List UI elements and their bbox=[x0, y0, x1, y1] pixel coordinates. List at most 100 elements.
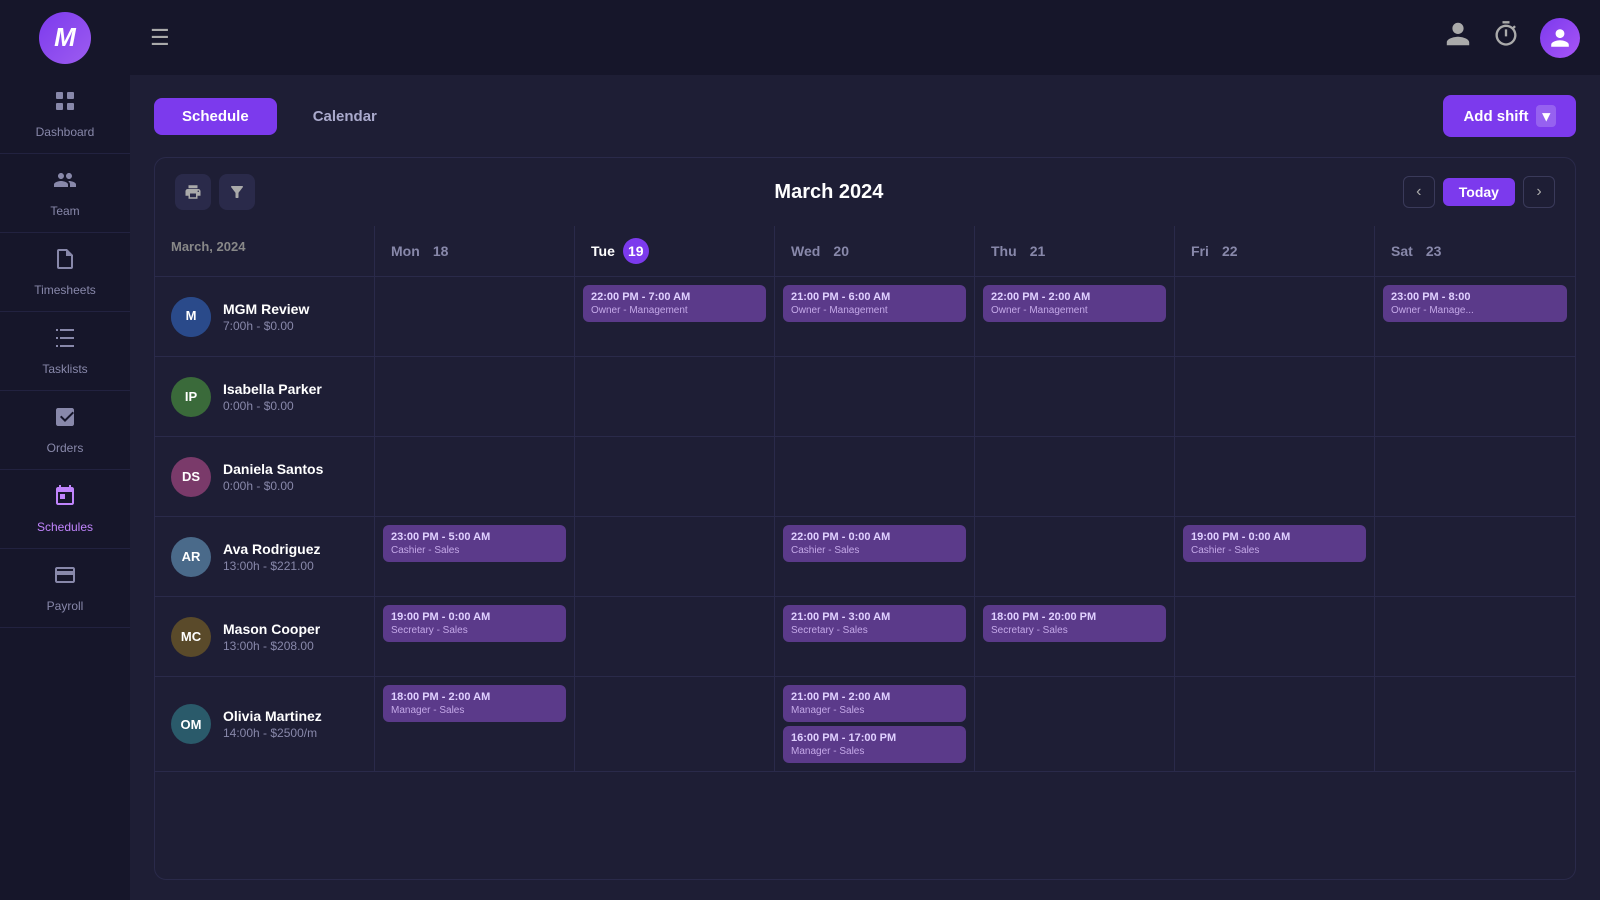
shift-time: 22:00 PM - 2:00 AM bbox=[991, 291, 1158, 303]
tab-schedule[interactable]: Schedule bbox=[154, 98, 277, 135]
emp-name-mc: Mason Cooper bbox=[223, 621, 320, 637]
day-name-wed: Wed bbox=[791, 243, 820, 259]
employee-details-om: Olivia Martinez 14:00h - $2500/m bbox=[223, 708, 322, 740]
table-row: OM Olivia Martinez 14:00h - $2500/m 18:0… bbox=[155, 677, 1575, 772]
shift-mc-thu[interactable]: 18:00 PM - 20:00 PM Secretary - Sales bbox=[983, 605, 1166, 642]
day-num-thu: 21 bbox=[1025, 238, 1051, 264]
day-header-mon: Mon 18 bbox=[375, 226, 575, 276]
day-name-thu: Thu bbox=[991, 243, 1017, 259]
day-cell-mc-wed[interactable]: 21:00 PM - 3:00 AM Secretary - Sales bbox=[775, 597, 975, 676]
employee-details-mgm: MGM Review 7:00h - $0.00 bbox=[223, 301, 309, 333]
shift-om-wed1[interactable]: 21:00 PM - 2:00 AM Manager - Sales bbox=[783, 685, 966, 722]
today-button[interactable]: Today bbox=[1443, 178, 1515, 206]
day-cell-mc-thu[interactable]: 18:00 PM - 20:00 PM Secretary - Sales bbox=[975, 597, 1175, 676]
day-cell-ip-fri bbox=[1175, 357, 1375, 436]
user-avatar[interactable] bbox=[1540, 18, 1580, 58]
shift-mgm-wed[interactable]: 21:00 PM - 6:00 AM Owner - Management bbox=[783, 285, 966, 322]
day-cell-ds-tue bbox=[575, 437, 775, 516]
day-cell-mgm-sat[interactable]: 23:00 PM - 8:00 Owner - Manage... bbox=[1375, 277, 1575, 356]
sidebar-item-schedules[interactable]: Schedules bbox=[0, 470, 130, 549]
hamburger-menu[interactable]: ☰ bbox=[150, 25, 170, 51]
schedules-icon bbox=[53, 484, 77, 514]
employee-info-om: OM Olivia Martinez 14:00h - $2500/m bbox=[155, 677, 375, 771]
shift-mgm-thu[interactable]: 22:00 PM - 2:00 AM Owner - Management bbox=[983, 285, 1166, 322]
sidebar-item-team[interactable]: Team bbox=[0, 154, 130, 233]
shift-mgm-tue[interactable]: 22:00 PM - 7:00 AM Owner - Management bbox=[583, 285, 766, 322]
logo[interactable]: M bbox=[0, 0, 130, 75]
shift-time: 19:00 PM - 0:00 AM bbox=[391, 611, 558, 623]
shift-role: Secretary - Sales bbox=[791, 625, 958, 636]
day-cell-mc-tue bbox=[575, 597, 775, 676]
sidebar-item-orders[interactable]: Orders bbox=[0, 391, 130, 470]
day-cell-ar-mon[interactable]: 23:00 PM - 5:00 AM Cashier - Sales bbox=[375, 517, 575, 596]
shift-om-wed2[interactable]: 16:00 PM - 17:00 PM Manager - Sales bbox=[783, 726, 966, 763]
sidebar-item-timesheets[interactable]: Timesheets bbox=[0, 233, 130, 312]
avatar-ds: DS bbox=[171, 457, 211, 497]
day-cell-ds-thu bbox=[975, 437, 1175, 516]
emp-name-ip: Isabella Parker bbox=[223, 381, 322, 397]
add-shift-chevron: ▾ bbox=[1536, 105, 1556, 127]
tabs: Schedule Calendar bbox=[154, 98, 405, 135]
avatar-ip: IP bbox=[171, 377, 211, 417]
sidebar-item-schedules-label: Schedules bbox=[37, 520, 93, 534]
table-row: AR Ava Rodriguez 13:00h - $221.00 23:00 … bbox=[155, 517, 1575, 597]
user-icon[interactable] bbox=[1444, 20, 1472, 55]
sidebar-item-dashboard-label: Dashboard bbox=[36, 125, 95, 139]
day-cell-mgm-tue[interactable]: 22:00 PM - 7:00 AM Owner - Management bbox=[575, 277, 775, 356]
shift-mc-mon[interactable]: 19:00 PM - 0:00 AM Secretary - Sales bbox=[383, 605, 566, 642]
shift-ar-fri[interactable]: 19:00 PM - 0:00 AM Cashier - Sales bbox=[1183, 525, 1366, 562]
day-num-mon: 18 bbox=[428, 238, 454, 264]
day-cell-om-wed[interactable]: 21:00 PM - 2:00 AM Manager - Sales 16:00… bbox=[775, 677, 975, 771]
day-cell-om-tue bbox=[575, 677, 775, 771]
shift-time: 21:00 PM - 3:00 AM bbox=[791, 611, 958, 623]
shift-om-mon[interactable]: 18:00 PM - 2:00 AM Manager - Sales bbox=[383, 685, 566, 722]
emp-name-ar: Ava Rodriguez bbox=[223, 541, 321, 557]
shift-mgm-sat[interactable]: 23:00 PM - 8:00 Owner - Manage... bbox=[1383, 285, 1567, 322]
day-cell-ds-wed bbox=[775, 437, 975, 516]
shift-ar-mon[interactable]: 23:00 PM - 5:00 AM Cashier - Sales bbox=[383, 525, 566, 562]
shift-mc-wed[interactable]: 21:00 PM - 3:00 AM Secretary - Sales bbox=[783, 605, 966, 642]
shift-time: 18:00 PM - 20:00 PM bbox=[991, 611, 1158, 623]
day-cell-ar-tue bbox=[575, 517, 775, 596]
filter-button[interactable] bbox=[219, 174, 255, 210]
timer-icon[interactable] bbox=[1492, 20, 1520, 55]
day-cell-ar-wed[interactable]: 22:00 PM - 0:00 AM Cashier - Sales bbox=[775, 517, 975, 596]
shift-time: 23:00 PM - 5:00 AM bbox=[391, 531, 558, 543]
shift-time: 18:00 PM - 2:00 AM bbox=[391, 691, 558, 703]
day-cell-mgm-thu[interactable]: 22:00 PM - 2:00 AM Owner - Management bbox=[975, 277, 1175, 356]
employee-info-mc: MC Mason Cooper 13:00h - $208.00 bbox=[155, 597, 375, 676]
add-shift-button[interactable]: Add shift ▾ bbox=[1443, 95, 1576, 137]
sidebar-item-dashboard[interactable]: Dashboard bbox=[0, 75, 130, 154]
day-cell-mc-mon[interactable]: 19:00 PM - 0:00 AM Secretary - Sales bbox=[375, 597, 575, 676]
employee-rows: M MGM Review 7:00h - $0.00 22:00 PM - 7:… bbox=[155, 277, 1575, 772]
avatar-mc: MC bbox=[171, 617, 211, 657]
shift-time: 23:00 PM - 8:00 bbox=[1391, 291, 1559, 303]
day-cell-om-mon[interactable]: 18:00 PM - 2:00 AM Manager - Sales bbox=[375, 677, 575, 771]
emp-name-om: Olivia Martinez bbox=[223, 708, 322, 724]
day-name-tue: Tue bbox=[591, 243, 615, 259]
day-name-sat: Sat bbox=[1391, 243, 1413, 259]
tab-calendar[interactable]: Calendar bbox=[285, 98, 405, 135]
employee-details-ip: Isabella Parker 0:00h - $0.00 bbox=[223, 381, 322, 413]
sidebar-item-payroll[interactable]: Payroll bbox=[0, 549, 130, 628]
day-cell-mgm-fri bbox=[1175, 277, 1375, 356]
emp-name-mgm: MGM Review bbox=[223, 301, 309, 317]
day-cell-ar-fri[interactable]: 19:00 PM - 0:00 AM Cashier - Sales bbox=[1175, 517, 1375, 596]
employee-details-mc: Mason Cooper 13:00h - $208.00 bbox=[223, 621, 320, 653]
day-cell-om-sat bbox=[1375, 677, 1575, 771]
prev-button[interactable]: ‹ bbox=[1403, 176, 1435, 208]
schedule-container: March 2024 ‹ Today › March, 2024 Mon 18 bbox=[154, 157, 1576, 880]
shift-role: Secretary - Sales bbox=[391, 625, 558, 636]
add-shift-label: Add shift bbox=[1463, 108, 1528, 125]
sidebar-item-tasklists[interactable]: Tasklists bbox=[0, 312, 130, 391]
avatar-mgm: M bbox=[171, 297, 211, 337]
next-button[interactable]: › bbox=[1523, 176, 1555, 208]
table-row: IP Isabella Parker 0:00h - $0.00 bbox=[155, 357, 1575, 437]
day-num-tue: 19 bbox=[623, 238, 649, 264]
day-cell-mgm-wed[interactable]: 21:00 PM - 6:00 AM Owner - Management bbox=[775, 277, 975, 356]
shift-role: Manager - Sales bbox=[791, 705, 958, 716]
print-button[interactable] bbox=[175, 174, 211, 210]
day-header-sat: Sat 23 bbox=[1375, 226, 1575, 276]
shift-ar-wed[interactable]: 22:00 PM - 0:00 AM Cashier - Sales bbox=[783, 525, 966, 562]
day-cell-ds-sat bbox=[1375, 437, 1575, 516]
